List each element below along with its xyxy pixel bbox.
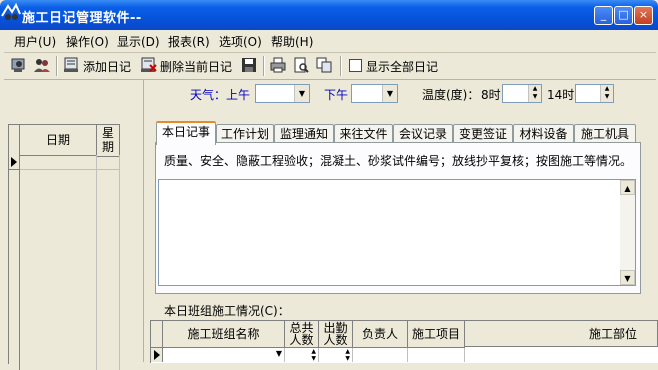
- temp-8-spinner[interactable]: ▲ ▼: [502, 84, 542, 103]
- temperature-label: 温度(度)：: [422, 88, 480, 102]
- row-indicator: [9, 155, 20, 170]
- crew-total-header[interactable]: 总共 人数: [285, 321, 319, 348]
- weekday-column-header[interactable]: 星期: [97, 124, 120, 157]
- tab-work-plan[interactable]: 工作计划: [216, 124, 274, 143]
- add-diary-button[interactable]: 添加日记: [83, 58, 131, 75]
- menu-help[interactable]: 帮助(H): [271, 33, 313, 50]
- show-all-label[interactable]: 显示全部日记: [366, 58, 438, 75]
- temp-14-label: 14时: [547, 88, 575, 102]
- weather-pm-label: 下午: [324, 88, 349, 102]
- crew-project-cell[interactable]: [408, 348, 465, 362]
- save-icon[interactable]: [240, 56, 258, 74]
- minimize-button[interactable]: _: [594, 6, 613, 25]
- app-icon: [1, 2, 21, 20]
- chevron-down-icon[interactable]: ▼: [382, 85, 397, 102]
- spinner-arrows-icon[interactable]: ▲ ▼: [528, 85, 541, 102]
- row-indicator: [151, 348, 163, 362]
- tab-materials[interactable]: 材料设备: [513, 124, 574, 143]
- vertical-scrollbar[interactable]: ▲ ▼: [620, 180, 635, 285]
- spinner-arrows-icon[interactable]: ▲ ▼: [311, 348, 316, 362]
- crew-location-header[interactable]: 施工部位: [465, 321, 658, 347]
- menu-bar: 用户(U) 操作(O) 显示(D) 报表(R) 选项(O) 帮助(H): [4, 30, 656, 53]
- maximize-button[interactable]: □: [614, 6, 633, 25]
- scroll-down-icon[interactable]: ▼: [620, 270, 635, 285]
- window-title: 施工日记管理软件--: [22, 11, 142, 26]
- hint-text: 质量、安全、隐蔽工程验收；混凝土、砂浆试件编号；放线抄平复核；按图施工等情况。: [164, 154, 633, 168]
- weather-am-combo[interactable]: ▼: [255, 84, 310, 103]
- tab-change-visa[interactable]: 变更签证: [453, 124, 513, 143]
- crew-present-cell[interactable]: ▲ ▼: [319, 348, 353, 362]
- add-diary-icon[interactable]: [63, 56, 81, 74]
- scroll-up-icon[interactable]: ▲: [620, 180, 635, 195]
- print-icon[interactable]: [269, 56, 287, 74]
- title-bar[interactable]: 施工日记管理软件-- _ □ ×: [0, 0, 658, 30]
- date-grid[interactable]: 日期 星期: [8, 124, 139, 370]
- user-settings-icon[interactable]: [10, 56, 28, 74]
- crew-section-label: 本日班组施工情况(C)：: [164, 304, 290, 318]
- crew-leader-cell[interactable]: [353, 348, 408, 362]
- crew-present-header[interactable]: 出勤 人数: [319, 321, 353, 348]
- spinner-arrows-icon[interactable]: ▲ ▼: [600, 85, 613, 102]
- weekday-cell[interactable]: [97, 155, 120, 170]
- crew-name-cell[interactable]: ▼: [163, 348, 285, 362]
- daily-notes-textarea[interactable]: ▲ ▼: [158, 179, 636, 286]
- tab-machinery[interactable]: 施工机具: [574, 124, 636, 143]
- panel-splitter[interactable]: [143, 80, 148, 362]
- weather-am-label: 上午: [226, 88, 251, 102]
- temp-14-spinner[interactable]: ▲ ▼: [575, 84, 614, 103]
- toolbar: 添加日记 删除当前日记 显示全部日记: [4, 53, 656, 80]
- weather-pm-combo[interactable]: ▼: [351, 84, 398, 103]
- close-button[interactable]: ×: [634, 6, 653, 25]
- crew-name-header[interactable]: 施工班组名称: [163, 321, 285, 348]
- tab-meeting-minutes[interactable]: 会议记录: [393, 124, 453, 143]
- tab-correspondence[interactable]: 来往文件: [334, 124, 393, 143]
- users-icon[interactable]: [33, 56, 51, 74]
- crew-leader-header[interactable]: 负责人: [353, 321, 408, 348]
- menu-display[interactable]: 显示(D): [117, 33, 160, 50]
- date-cell[interactable]: [20, 155, 97, 170]
- weather-label: 天气：: [190, 88, 227, 102]
- spinner-arrows-icon[interactable]: ▲ ▼: [345, 348, 350, 362]
- menu-operate[interactable]: 操作(O): [66, 33, 109, 50]
- menu-options[interactable]: 选项(O): [219, 33, 262, 50]
- crew-grid[interactable]: 施工班组名称 总共 人数 出勤 人数 负责人 施工项目 施工部位 ▼ ▲ ▼ ▲ ▼: [150, 320, 658, 363]
- tab-supervision-notice[interactable]: 监理通知: [274, 124, 334, 143]
- show-all-checkbox[interactable]: [349, 59, 362, 72]
- menu-user[interactable]: 用户(U): [14, 33, 56, 50]
- delete-diary-button[interactable]: 删除当前日记: [160, 58, 232, 75]
- crew-total-cell[interactable]: ▲ ▼: [285, 348, 319, 362]
- chevron-down-icon[interactable]: ▼: [276, 349, 282, 358]
- date-column-header[interactable]: 日期: [20, 124, 97, 156]
- copy-icon[interactable]: [315, 56, 333, 74]
- temp-8-label: 8时: [481, 88, 501, 102]
- crew-project-header[interactable]: 施工项目: [408, 321, 465, 348]
- chevron-down-icon[interactable]: ▼: [294, 85, 309, 102]
- tab-daily-notes[interactable]: 本日记事: [156, 121, 216, 145]
- menu-report[interactable]: 报表(R): [168, 33, 210, 50]
- delete-diary-icon[interactable]: [140, 56, 158, 74]
- print-preview-icon[interactable]: [292, 56, 310, 74]
